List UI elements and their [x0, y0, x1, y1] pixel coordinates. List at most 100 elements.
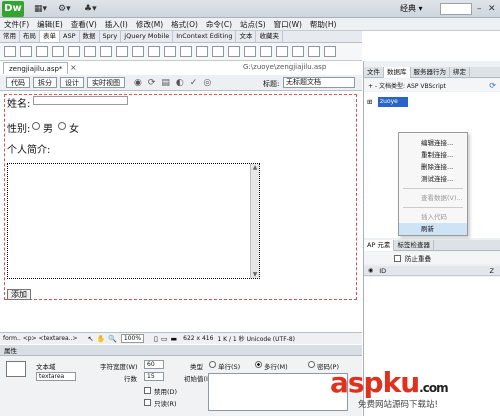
hand-tool-icon[interactable]: ✋ — [96, 335, 105, 343]
textfield-icon[interactable] — [20, 46, 32, 57]
prop-name-input[interactable]: textarea — [36, 372, 76, 381]
male-radio[interactable] — [32, 122, 40, 130]
tablet-size-icon[interactable]: ▭ — [161, 335, 168, 343]
document-type[interactable]: + - 文档类型: ASP VBScript — [368, 81, 446, 90]
textarea-icon[interactable] — [52, 46, 64, 57]
fieldset-icon[interactable] — [212, 46, 224, 57]
menu-insert[interactable]: 插入(I) — [101, 18, 132, 31]
zoom-tool-icon[interactable]: 🔍 — [108, 335, 117, 343]
password-radio[interactable] — [308, 361, 315, 368]
spry-text-icon[interactable] — [228, 46, 240, 57]
spry-textarea-icon[interactable] — [244, 46, 256, 57]
desktop-size-icon[interactable]: ▬ — [171, 335, 178, 343]
minimize-icon[interactable]: – — [477, 3, 482, 15]
refresh-icon[interactable]: ⟳ — [489, 81, 496, 90]
tab-data[interactable]: 数据 — [80, 31, 100, 42]
menu-file[interactable]: 文件(F) — [0, 18, 33, 31]
visual-aids-icon[interactable]: ◐ — [176, 78, 184, 88]
close-icon[interactable]: ✕ — [488, 3, 496, 15]
readonly-checkbox[interactable] — [144, 399, 151, 406]
design-view-button[interactable]: 设计 — [60, 77, 84, 88]
form-icon[interactable] — [4, 46, 16, 57]
spry-password-icon[interactable] — [292, 46, 304, 57]
rows-input[interactable]: 15 — [144, 372, 164, 381]
tab-asp[interactable]: ASP — [60, 31, 80, 42]
radio-icon[interactable] — [84, 46, 96, 57]
select-tool-icon[interactable]: ↖ — [88, 335, 94, 343]
name-textfield[interactable] — [33, 96, 128, 105]
preview-icon[interactable]: ◉ — [134, 78, 142, 88]
select-icon[interactable] — [116, 46, 128, 57]
check-browser-icon[interactable]: ◎ — [203, 78, 211, 88]
spry-confirm-icon[interactable] — [308, 46, 320, 57]
intro-textarea[interactable] — [7, 163, 260, 279]
char-width-input[interactable]: 60 — [144, 360, 164, 369]
spry-radio-icon[interactable] — [324, 46, 336, 57]
tab-jquery-mobile[interactable]: jQuery Mobile — [121, 31, 174, 42]
ap-col-z[interactable]: Z — [490, 267, 494, 275]
split-view-button[interactable]: 拆分 — [33, 77, 57, 88]
menu-edit[interactable]: 编辑(E) — [33, 18, 67, 31]
menu-site[interactable]: 站点(S) — [236, 18, 270, 31]
label-icon[interactable] — [196, 46, 208, 57]
window-size[interactable]: 622 x 416 — [183, 335, 213, 342]
tab-databases[interactable]: 数据库 — [384, 66, 411, 78]
menu-modify[interactable]: 修改(M) — [132, 18, 167, 31]
menu-test-connection[interactable]: 测试连接... — [399, 173, 467, 185]
menu-window[interactable]: 窗口(W) — [270, 18, 306, 31]
female-radio[interactable] — [58, 122, 66, 130]
code-view-button[interactable]: 代码 — [6, 77, 30, 88]
prevent-overlap-checkbox[interactable] — [394, 254, 401, 262]
spry-select-icon[interactable] — [276, 46, 288, 57]
tab-incontext[interactable]: InContext Editing — [173, 31, 237, 42]
live-view-button[interactable]: 实时视图 — [87, 77, 125, 88]
tab-ap-elements[interactable]: AP 元素 — [364, 239, 395, 251]
tab-files[interactable]: 文件 — [364, 66, 384, 78]
menu-refresh[interactable]: 刷新 — [399, 223, 467, 235]
tab-forms[interactable]: 表单 — [40, 31, 60, 42]
zoom-select[interactable]: 100% — [120, 334, 145, 343]
tab-tag-inspector[interactable]: 标签检查器 — [394, 239, 434, 251]
tab-text[interactable]: 文本 — [236, 31, 257, 42]
menu-view[interactable]: 查看(V) — [67, 18, 101, 31]
tab-server-behaviors[interactable]: 服务器行为 — [411, 66, 450, 78]
menu-edit-connection[interactable]: 编辑连接... — [399, 137, 467, 149]
tag-selector[interactable]: form.. <p> <textarea..> — [3, 335, 78, 342]
init-value-textarea[interactable] — [208, 373, 348, 411]
tab-favorites[interactable]: 收藏夹 — [256, 31, 283, 42]
scroll-down-icon[interactable]: ▼ — [251, 271, 259, 278]
layout-icon[interactable]: ▦▾ — [34, 3, 47, 15]
add-button[interactable]: 添加 — [7, 289, 31, 300]
textarea-scrollbar[interactable]: ▲ ▼ — [250, 164, 259, 278]
title-input[interactable]: 无标题文档 — [283, 77, 355, 88]
mobile-size-icon[interactable]: ▯ — [154, 335, 158, 343]
hidden-field-icon[interactable] — [36, 46, 48, 57]
single-line-radio[interactable] — [209, 361, 216, 368]
menu-commands[interactable]: 命令(C) — [202, 18, 236, 31]
disabled-checkbox[interactable] — [144, 387, 151, 394]
menu-duplicate-connection[interactable]: 重制连接... — [399, 149, 467, 161]
expand-icon[interactable]: ⊞ — [367, 98, 372, 106]
image-field-icon[interactable] — [148, 46, 160, 57]
radio-group-icon[interactable] — [100, 46, 112, 57]
tab-spry[interactable]: Spry — [100, 31, 122, 42]
tab-common[interactable]: 常用 — [0, 31, 20, 42]
gear-icon[interactable]: ⚙▾ — [58, 3, 71, 15]
spry-checkbox-icon[interactable] — [260, 46, 272, 57]
connection-item[interactable]: zuoye — [378, 97, 408, 107]
multi-line-radio[interactable] — [255, 361, 262, 368]
checkbox-icon[interactable] — [68, 46, 80, 57]
search-input[interactable] — [440, 3, 472, 15]
document-tab[interactable]: zengjiajilu.asp* — [3, 62, 69, 74]
properties-header[interactable]: 属性 — [0, 345, 362, 356]
scroll-up-icon[interactable]: ▲ — [251, 164, 259, 171]
menu-delete-connection[interactable]: 删除连接... — [399, 161, 467, 173]
view-options-icon[interactable]: ▤ — [161, 78, 170, 88]
menu-format[interactable]: 格式(O) — [167, 18, 202, 31]
tab-bindings[interactable]: 绑定 — [450, 66, 470, 78]
ap-col-id[interactable]: ID — [379, 267, 386, 275]
button-icon[interactable] — [180, 46, 192, 57]
tab-layout[interactable]: 布局 — [20, 31, 40, 42]
site-icon[interactable]: ♣▾ — [84, 3, 97, 15]
refresh-icon[interactable]: ⟳ — [148, 78, 156, 88]
